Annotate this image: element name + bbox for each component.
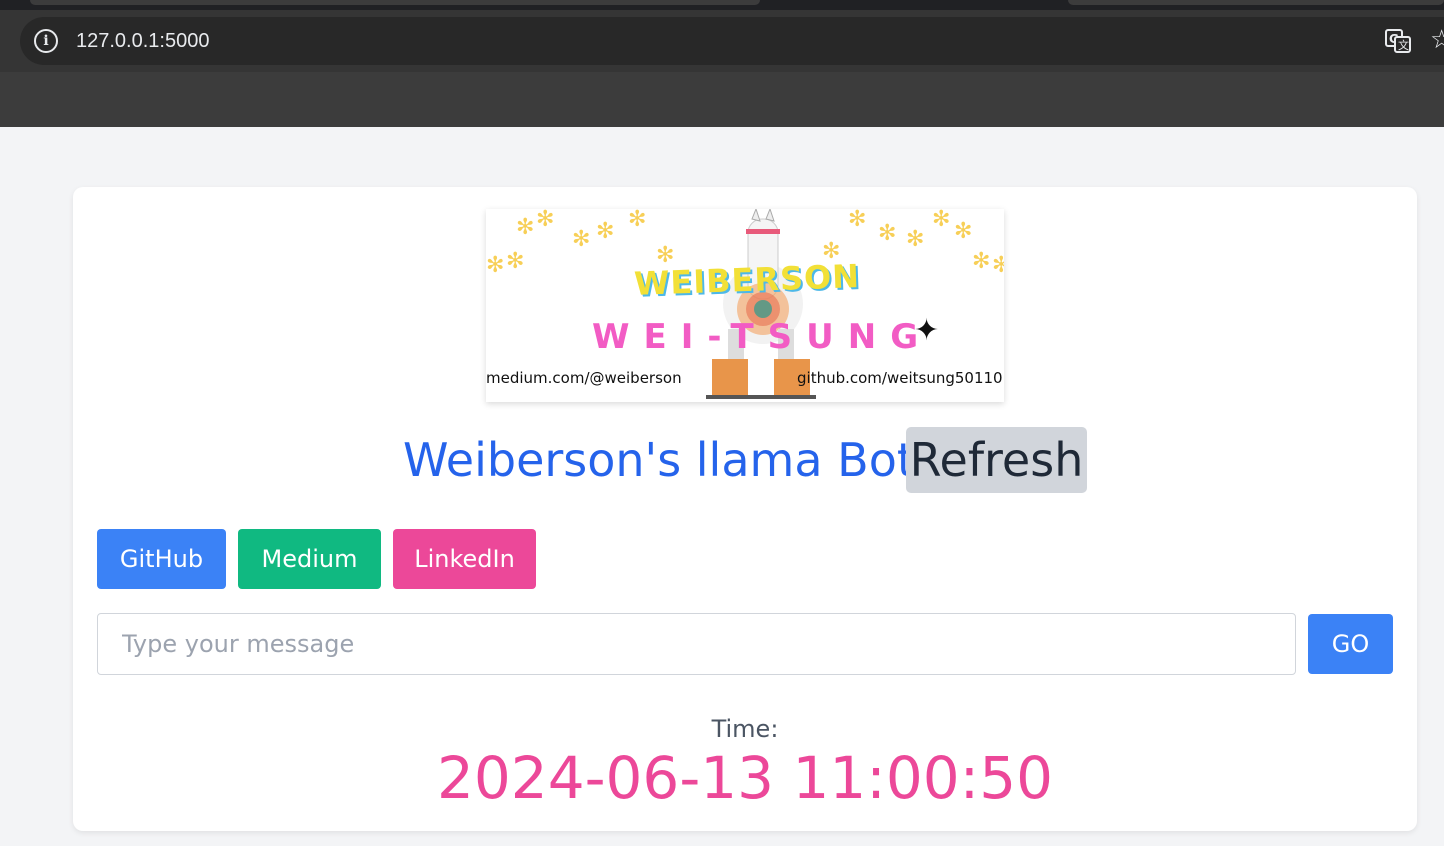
banner-github-link: github.com/weitsung50110: [797, 369, 1003, 387]
banner-image: ✻ ✻ ✻ ✻ ✻ ✻ ✻ ✻ ✻ ✻ ✻ ✻ ✻ ✻ ✻ ✻ WEIBERSO…: [486, 209, 1004, 402]
url-text[interactable]: 127.0.0.1:5000: [76, 30, 209, 53]
bookmark-star-icon[interactable]: ☆: [1430, 25, 1444, 55]
message-input[interactable]: [97, 613, 1296, 675]
banner-title: WEIBERSON: [633, 257, 861, 303]
flower-icon: ✻: [932, 209, 951, 232]
github-button[interactable]: GitHub: [97, 529, 226, 589]
flower-icon: ✻: [572, 227, 591, 252]
flower-icon: ✻: [536, 209, 555, 232]
chat-card: ✻ ✻ ✻ ✻ ✻ ✻ ✻ ✻ ✻ ✻ ✻ ✻ ✻ ✻ ✻ ✻ WEIBERSO…: [73, 187, 1417, 831]
flower-icon: ✻: [878, 221, 897, 246]
time-label: Time:: [711, 715, 779, 743]
browser-toolbar: i 127.0.0.1:5000 G 文 ☆: [0, 10, 1444, 72]
flower-icon: ✻: [516, 215, 535, 240]
flower-icon: ✻: [972, 249, 991, 274]
go-button[interactable]: GO: [1308, 614, 1393, 674]
bookmarks-bar: [0, 72, 1444, 127]
page-title: Weiberson's llama Bot: [403, 433, 915, 487]
flower-icon: ✻: [848, 209, 867, 232]
flower-icon: ✻: [992, 253, 1004, 278]
medium-button[interactable]: Medium: [238, 529, 381, 589]
address-bar[interactable]: i 127.0.0.1:5000 G 文 ☆: [20, 17, 1444, 65]
translate-icon[interactable]: G 文: [1384, 27, 1412, 55]
browser-tab[interactable]: [30, 0, 760, 5]
browser-tab-strip: [0, 0, 1444, 10]
sparkle-icon: ✦: [914, 313, 940, 348]
flower-icon: ✻: [486, 253, 505, 278]
flower-icon: ✻: [596, 219, 615, 244]
browser-tab[interactable]: [1068, 0, 1444, 5]
banner-medium-link: medium.com/@weiberson: [486, 369, 682, 387]
flower-icon: ✻: [954, 219, 973, 244]
flower-icon: ✻: [906, 227, 925, 252]
flower-icon: ✻: [506, 249, 525, 274]
svg-text:文: 文: [1398, 38, 1409, 52]
linkedin-button[interactable]: LinkedIn: [393, 529, 536, 589]
info-icon[interactable]: i: [34, 29, 58, 53]
flower-icon: ✻: [628, 209, 647, 232]
banner-subtitle: WEI-TSUNG: [592, 317, 933, 357]
time-value: 2024-06-13 11:00:50: [437, 744, 1053, 812]
refresh-button[interactable]: Refresh: [906, 427, 1087, 493]
